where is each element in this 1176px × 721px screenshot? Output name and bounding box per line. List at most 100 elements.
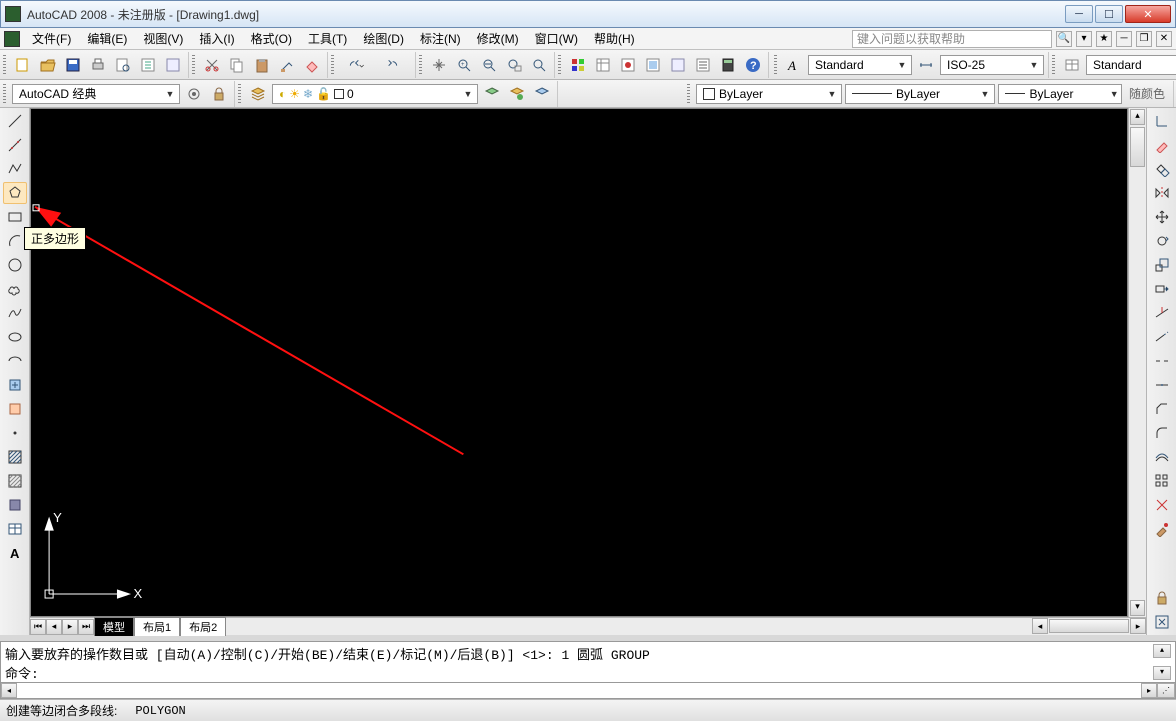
paste-button[interactable] xyxy=(251,54,273,76)
table-style-dropdown[interactable]: Standard▼ xyxy=(1086,55,1176,75)
insert-block-tool[interactable] xyxy=(3,374,27,396)
scroll-right-button[interactable]: ▸ xyxy=(1130,618,1146,634)
polyline-tool[interactable] xyxy=(3,158,27,180)
point-tool[interactable] xyxy=(3,422,27,444)
copy-tool[interactable] xyxy=(1150,158,1174,180)
preview-button[interactable] xyxy=(112,54,134,76)
cmd-hscroll-left[interactable]: ◂ xyxy=(1,683,17,698)
line-tool[interactable] xyxy=(3,110,27,132)
cmd-scroll-down[interactable]: ▾ xyxy=(1153,666,1171,680)
text-style-dropdown[interactable]: Standard▼ xyxy=(808,55,912,75)
properties-button[interactable] xyxy=(692,54,714,76)
mtext-tool[interactable]: A xyxy=(3,542,27,564)
doc-icon[interactable] xyxy=(4,31,20,47)
eraser-button[interactable] xyxy=(301,54,323,76)
menu-insert[interactable]: 插入(I) xyxy=(191,28,242,49)
ellipse-tool[interactable] xyxy=(3,326,27,348)
menu-view[interactable]: 视图(V) xyxy=(135,28,191,49)
save-button[interactable] xyxy=(62,54,84,76)
xline-tool[interactable] xyxy=(3,134,27,156)
layout2-tab[interactable]: 布局2 xyxy=(180,617,226,636)
markup-button[interactable] xyxy=(617,54,639,76)
comm-center-icon[interactable]: ▾ xyxy=(1076,31,1092,47)
plot-button[interactable] xyxy=(162,54,184,76)
zoom-all-button[interactable] xyxy=(528,54,550,76)
dwf-button[interactable] xyxy=(642,54,664,76)
zoom-win-button[interactable] xyxy=(503,54,525,76)
menu-draw[interactable]: 绘图(D) xyxy=(355,28,412,49)
region-tool[interactable] xyxy=(3,494,27,516)
scroll-up-button[interactable]: ▴ xyxy=(1130,109,1145,125)
copy-button[interactable] xyxy=(226,54,248,76)
layer-prev-button[interactable] xyxy=(481,83,503,105)
text-style-icon[interactable]: A xyxy=(783,54,805,76)
vertical-scrollbar[interactable]: ▴ ▾ xyxy=(1128,108,1146,617)
polygon-tool[interactable] xyxy=(3,182,27,204)
zoom-prev-button[interactable] xyxy=(478,54,500,76)
cmd-scroll-up[interactable]: ▴ xyxy=(1153,644,1171,658)
sheet-set-button[interactable] xyxy=(592,54,614,76)
print-button[interactable] xyxy=(87,54,109,76)
new-button[interactable] xyxy=(12,54,34,76)
pan-button[interactable] xyxy=(428,54,450,76)
h-scroll-track[interactable] xyxy=(226,618,1032,635)
doc-close-button[interactable]: ✕ xyxy=(1156,31,1172,47)
fillet-tool[interactable] xyxy=(1150,422,1174,444)
close-button[interactable]: ✕ xyxy=(1125,5,1171,23)
minimize-button[interactable]: ─ xyxy=(1065,5,1093,23)
dim-style-dropdown[interactable]: ISO-25▼ xyxy=(940,55,1044,75)
stretch-tool[interactable] xyxy=(1150,278,1174,300)
linetype-dropdown[interactable]: ByLayer▼ xyxy=(845,84,995,104)
cut-button[interactable] xyxy=(201,54,223,76)
hatch-tool[interactable] xyxy=(3,446,27,468)
menu-tools[interactable]: 工具(T) xyxy=(300,28,355,49)
workspace-settings-button[interactable] xyxy=(183,83,205,105)
rotate-tool[interactable] xyxy=(1150,230,1174,252)
mirror-tool[interactable] xyxy=(1150,182,1174,204)
zoom-rt-button[interactable]: + xyxy=(453,54,475,76)
tab-prev-button[interactable]: ◂ xyxy=(46,619,62,635)
ellipse-arc-tool[interactable] xyxy=(3,350,27,372)
menu-window[interactable]: 窗口(W) xyxy=(527,28,586,49)
layout1-tab[interactable]: 布局1 xyxy=(134,617,180,636)
chamfer-tool[interactable] xyxy=(1150,398,1174,420)
arc-tool[interactable] xyxy=(3,230,27,252)
scroll-left-button[interactable]: ◂ xyxy=(1032,618,1048,634)
help-button[interactable]: ? xyxy=(742,54,764,76)
revcloud-tool[interactable] xyxy=(3,278,27,300)
workspace-lock-button[interactable] xyxy=(208,83,230,105)
favorites-icon[interactable]: ★ xyxy=(1096,31,1112,47)
menu-edit[interactable]: 编辑(E) xyxy=(79,28,135,49)
lock-ui-button[interactable] xyxy=(1150,587,1174,609)
lineweight-dropdown[interactable]: ByLayer▼ xyxy=(998,84,1122,104)
scale-tool[interactable] xyxy=(1150,254,1174,276)
menu-dimension[interactable]: 标注(N) xyxy=(412,28,469,49)
h-scroll-thumb[interactable] xyxy=(1049,619,1129,633)
model-tab[interactable]: 模型 xyxy=(94,617,134,636)
cmd-hscroll-right[interactable]: ▸ xyxy=(1141,683,1157,698)
explode-tool[interactable] xyxy=(1150,494,1174,516)
menu-modify[interactable]: 修改(M) xyxy=(469,28,527,49)
table-style-icon[interactable] xyxy=(1061,54,1083,76)
color-dropdown[interactable]: ByLayer▼ xyxy=(696,84,842,104)
search-icon[interactable]: 🔍 xyxy=(1056,31,1072,47)
join-tool[interactable] xyxy=(1150,374,1174,396)
table-tool[interactable] xyxy=(3,518,27,540)
v-scroll-thumb[interactable] xyxy=(1130,127,1145,167)
layer-manager-button[interactable] xyxy=(247,83,269,105)
maximize-button[interactable]: ☐ xyxy=(1095,5,1123,23)
trim-tool[interactable] xyxy=(1150,302,1174,324)
spline-tool[interactable] xyxy=(3,302,27,324)
paint-tool[interactable] xyxy=(1150,518,1174,540)
doc-min-button[interactable]: ─ xyxy=(1116,31,1132,47)
tool-palettes-button[interactable] xyxy=(567,54,589,76)
publish-button[interactable] xyxy=(137,54,159,76)
workspace-dropdown[interactable]: AutoCAD 经典▼ xyxy=(12,84,180,104)
ucs-tool[interactable] xyxy=(1150,110,1174,132)
break-tool[interactable] xyxy=(1150,350,1174,372)
rectangle-tool[interactable] xyxy=(3,206,27,228)
design-center-button[interactable] xyxy=(667,54,689,76)
cmd-resize-grip[interactable]: ⋰ xyxy=(1157,683,1175,698)
menu-help[interactable]: 帮助(H) xyxy=(586,28,643,49)
offset-tool[interactable] xyxy=(1150,446,1174,468)
